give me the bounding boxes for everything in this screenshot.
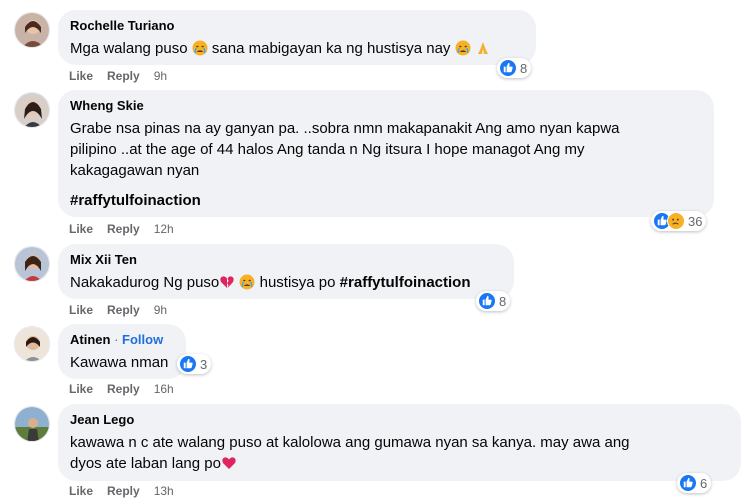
- comment-text-line: pilipino ..at the age of 44 halos Ang ta…: [70, 141, 585, 158]
- sad-reaction-icon: [667, 212, 685, 230]
- reaction-count: 8: [520, 60, 528, 76]
- comment-text-part: sana mabigayan ka ng hustisya nay: [211, 40, 451, 57]
- comment-bubble: Rochelle Turiano Mga walang puso sana ma…: [58, 10, 536, 65]
- comment-text-line: kakagagawan nyan: [70, 162, 200, 179]
- reaction-count: 3: [200, 356, 208, 372]
- like-button[interactable]: Like: [69, 221, 93, 237]
- separator-dot: ·: [114, 332, 119, 347]
- reaction-summary[interactable]: 8: [476, 291, 511, 311]
- comment-author[interactable]: Atinen: [70, 332, 110, 347]
- reply-button[interactable]: Reply: [107, 221, 140, 237]
- like-reaction-icon: [679, 474, 697, 492]
- reply-button[interactable]: Reply: [107, 381, 140, 397]
- broken-heart-icon: [219, 274, 235, 296]
- reaction-summary[interactable]: 8: [497, 58, 532, 78]
- comment-actions: Like Reply 13h: [69, 483, 188, 499]
- crying-face-icon: [455, 40, 471, 62]
- comment-text: Kawawa nman: [70, 354, 169, 371]
- like-reaction-icon: [499, 59, 517, 77]
- reply-button[interactable]: Reply: [107, 483, 140, 499]
- comment-timestamp[interactable]: 16h: [154, 381, 174, 397]
- comment-actions: Like Reply 9h: [69, 68, 181, 84]
- avatar[interactable]: [14, 92, 50, 128]
- reply-button[interactable]: Reply: [107, 68, 140, 84]
- crying-face-icon: [239, 274, 255, 296]
- reaction-summary[interactable]: 36: [651, 211, 707, 231]
- comment-timestamp[interactable]: 13h: [154, 483, 174, 499]
- comment-text-line: Grabe nsa pinas na ay ganyan pa. ..sobra…: [70, 120, 620, 137]
- like-button[interactable]: Like: [69, 302, 93, 318]
- comment-text: Mga walang puso sana mabigayan ka ng hus…: [70, 38, 524, 62]
- follow-button[interactable]: Follow: [122, 332, 163, 347]
- comment-text: kawawa n c ate walang puso at kalolowa a…: [70, 432, 729, 477]
- reaction-count: 6: [700, 475, 708, 491]
- comment-text-line: dyos ate laban lang po: [70, 453, 729, 477]
- comment-bubble: Atinen · Follow Kawawa nman: [58, 324, 186, 379]
- comment-text: Grabe nsa pinas na ay ganyan pa. ..sobra…: [70, 118, 702, 211]
- comment-author[interactable]: Rochelle Turiano: [70, 17, 524, 34]
- avatar[interactable]: [14, 326, 50, 362]
- comment-text-part: Nakakadurog Ng puso: [70, 274, 220, 291]
- reaction-count: 36: [688, 213, 703, 229]
- reaction-summary[interactable]: 3: [177, 354, 212, 374]
- hashtag-link[interactable]: #raffytulfoinaction: [340, 274, 471, 291]
- comment-actions: Like Reply 12h: [69, 221, 188, 237]
- comment-text-part: hustisya po: [259, 274, 336, 291]
- comment-actions: Like Reply 16h: [69, 381, 188, 397]
- reply-button[interactable]: Reply: [107, 302, 140, 318]
- comment-author[interactable]: Mix Xii Ten: [70, 251, 502, 268]
- comment-bubble: Mix Xii Ten Nakakadurog Ng puso hustisya…: [58, 244, 514, 299]
- avatar[interactable]: [14, 12, 50, 48]
- folded-hands-icon: [475, 40, 491, 62]
- comment-text-part: Mga walang puso: [70, 40, 188, 57]
- comment-timestamp[interactable]: 9h: [154, 302, 167, 318]
- reaction-count: 8: [499, 293, 507, 309]
- comment-text-line: kawawa n c ate walang puso at kalolowa a…: [70, 434, 630, 451]
- avatar[interactable]: [14, 246, 50, 282]
- comment-bubble: Wheng Skie Grabe nsa pinas na ay ganyan …: [58, 90, 714, 217]
- comment-author-row: Atinen · Follow: [70, 331, 174, 348]
- crying-face-icon: [192, 40, 208, 62]
- comment-timestamp[interactable]: 12h: [154, 221, 174, 237]
- comment-timestamp[interactable]: 9h: [154, 68, 167, 84]
- comment-text: Nakakadurog Ng puso hustisya po #raffytu…: [70, 272, 502, 296]
- red-heart-icon: [221, 455, 237, 477]
- avatar[interactable]: [14, 406, 50, 442]
- comment-author[interactable]: Wheng Skie: [70, 97, 702, 114]
- comment-bubble: Jean Lego kawawa n c ate walang puso at …: [58, 404, 741, 481]
- like-button[interactable]: Like: [69, 68, 93, 84]
- like-button[interactable]: Like: [69, 381, 93, 397]
- like-reaction-icon: [478, 292, 496, 310]
- comment-text-part: dyos ate laban lang po: [70, 455, 221, 472]
- like-button[interactable]: Like: [69, 483, 93, 499]
- comment-author[interactable]: Jean Lego: [70, 411, 729, 428]
- like-reaction-icon: [179, 355, 197, 373]
- comment-actions: Like Reply 9h: [69, 302, 181, 318]
- reaction-summary[interactable]: 6: [677, 473, 712, 493]
- hashtag-link[interactable]: #raffytulfoinaction: [70, 190, 702, 211]
